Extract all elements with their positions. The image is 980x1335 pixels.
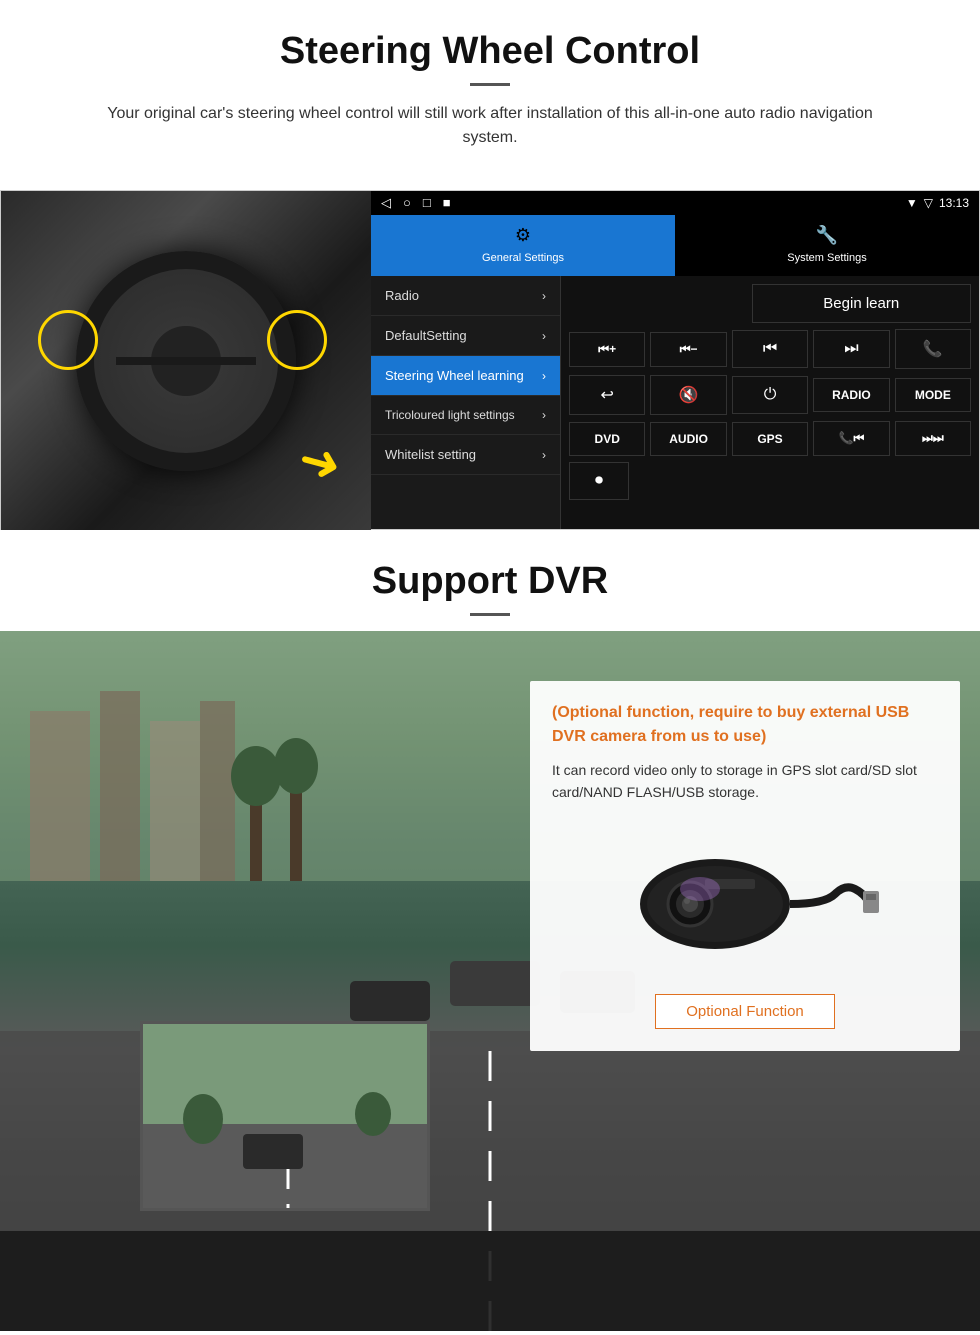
- optional-function-button[interactable]: Optional Function: [655, 994, 835, 1029]
- settings-tabs: ⚙ General Settings 🔧 System Settings: [371, 215, 979, 276]
- dvr-photo-area: (Optional function, require to buy exter…: [0, 631, 980, 1331]
- next-track-btn[interactable]: ⏭: [813, 330, 889, 368]
- support-dvr-section: Support DVR: [0, 530, 980, 1331]
- wifi-icon: ▽: [924, 196, 933, 210]
- media-controls-row4: ⏺: [569, 462, 971, 500]
- menu-item-radio[interactable]: Radio ›: [371, 276, 560, 316]
- section1-subtitle: Your original car's steering wheel contr…: [80, 102, 900, 150]
- dvr-description: It can record video only to storage in G…: [552, 759, 938, 804]
- tab-system-settings[interactable]: 🔧 System Settings: [675, 215, 979, 276]
- wheel-spoke-h2: [116, 357, 186, 365]
- general-settings-label: General Settings: [482, 252, 564, 264]
- menu-radio-label: Radio: [385, 288, 419, 303]
- menu-item-defaultsetting[interactable]: DefaultSetting ›: [371, 316, 560, 356]
- steering-wheel-section: Steering Wheel Control Your original car…: [0, 0, 980, 190]
- system-settings-icon: 🔧: [683, 225, 971, 246]
- steering-wheel: [76, 251, 296, 471]
- menu-controls-area: Radio › DefaultSetting › Steering Wheel …: [371, 276, 979, 529]
- call-btn[interactable]: 📞: [895, 329, 971, 369]
- next-combo-btn[interactable]: ⏭⏭: [895, 421, 971, 456]
- begin-learn-button[interactable]: Begin learn: [752, 284, 972, 323]
- menu-whitelist-label: Whitelist setting: [385, 447, 476, 462]
- circle-highlight-left: [38, 310, 98, 370]
- circle-highlight-right: [267, 310, 327, 370]
- dvr-divider: [470, 613, 510, 616]
- hang-up-btn[interactable]: ↩: [569, 375, 645, 415]
- section1-title: Steering Wheel Control: [40, 30, 940, 73]
- recents-icon[interactable]: □: [423, 195, 431, 211]
- clock: 13:13: [939, 196, 969, 210]
- mute-btn[interactable]: 🔇: [650, 375, 726, 415]
- dvr-camera-svg: [605, 829, 885, 969]
- android-ui-panel: ◁ ○ □ ■ ▼ ▽ 13:13 ⚙ General Settings 🔧 S…: [371, 191, 979, 529]
- begin-learn-row: Begin learn: [569, 284, 971, 323]
- call-prev-btn[interactable]: 📞⏮: [813, 421, 889, 456]
- prev-track-btn[interactable]: ⏮: [732, 330, 808, 368]
- menu-defaultsetting-label: DefaultSetting: [385, 328, 467, 343]
- menu-swl-label: Steering Wheel learning: [385, 368, 524, 383]
- tab-general-settings[interactable]: ⚙ General Settings: [371, 215, 675, 276]
- section1-divider: [470, 83, 510, 86]
- info-card: (Optional function, require to buy exter…: [530, 681, 960, 1051]
- chevron-icon-default: ›: [542, 329, 546, 343]
- status-bar: ◁ ○ □ ■ ▼ ▽ 13:13: [371, 191, 979, 215]
- chevron-icon-swl: ›: [542, 369, 546, 383]
- menu-tricoloured-label: Tricoloured light settings: [385, 408, 515, 422]
- dashcam-view-svg: [143, 1024, 430, 1211]
- menu-icon[interactable]: ■: [443, 195, 451, 211]
- vol-up-prev-btn[interactable]: ⏮+: [569, 332, 645, 367]
- arrow-indicator: ➜: [292, 429, 347, 496]
- controls-panel: Begin learn ⏮+ ⏮− ⏮ ⏭ 📞 ↩ 🔇 ⏻ RADIO MODE: [561, 276, 979, 529]
- gps-btn[interactable]: GPS: [732, 422, 808, 456]
- dashcam-thumbnail: [140, 1021, 430, 1211]
- steering-photo: ➜: [1, 191, 371, 531]
- dvr-title-area: Support DVR: [0, 530, 980, 631]
- ui-screenshot-area: ➜ ◁ ○ □ ■ ▼ ▽ 13:13 ⚙ General Settings: [0, 190, 980, 530]
- back-icon[interactable]: ◁: [381, 195, 391, 211]
- dvd-btn[interactable]: DVD: [569, 422, 645, 456]
- media-controls-row2: ↩ 🔇 ⏻ RADIO MODE: [569, 375, 971, 415]
- signal-icon: ▼: [906, 196, 918, 210]
- mode-btn[interactable]: MODE: [895, 378, 971, 412]
- general-settings-icon: ⚙: [379, 225, 667, 246]
- dvr-camera-image: [552, 819, 938, 984]
- chevron-icon-white: ›: [542, 448, 546, 462]
- status-right: ▼ ▽ 13:13: [906, 196, 969, 210]
- media-controls-row3: DVD AUDIO GPS 📞⏮ ⏭⏭: [569, 421, 971, 456]
- settings-menu-list: Radio › DefaultSetting › Steering Wheel …: [371, 276, 561, 529]
- radio-btn[interactable]: RADIO: [813, 378, 889, 412]
- extra-btn[interactable]: ⏺: [569, 462, 629, 500]
- media-controls-row1: ⏮+ ⏮− ⏮ ⏭ 📞: [569, 329, 971, 369]
- optional-heading: (Optional function, require to buy exter…: [552, 701, 938, 749]
- home-icon[interactable]: ○: [403, 195, 411, 211]
- dvr-title: Support DVR: [40, 560, 940, 603]
- vol-down-prev-btn[interactable]: ⏮−: [650, 332, 726, 367]
- chevron-icon-radio: ›: [542, 289, 546, 303]
- audio-btn[interactable]: AUDIO: [650, 422, 726, 456]
- system-settings-label: System Settings: [787, 252, 866, 264]
- chevron-icon-tri: ›: [542, 408, 546, 422]
- wheel-spoke-h: [186, 357, 256, 365]
- menu-item-steering-wheel-learning[interactable]: Steering Wheel learning ›: [371, 356, 560, 396]
- menu-item-tricoloured[interactable]: Tricoloured light settings ›: [371, 396, 560, 435]
- menu-item-whitelist[interactable]: Whitelist setting ›: [371, 435, 560, 475]
- nav-icons: ◁ ○ □ ■: [381, 195, 451, 211]
- power-btn[interactable]: ⏻: [732, 376, 808, 414]
